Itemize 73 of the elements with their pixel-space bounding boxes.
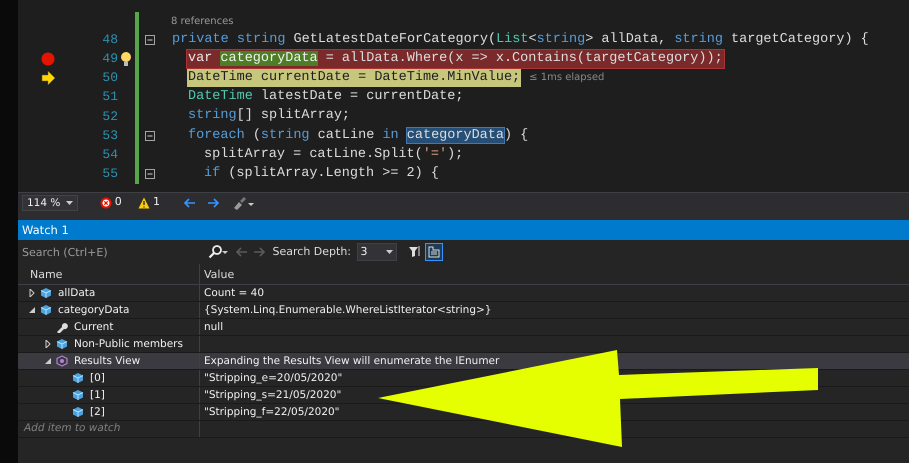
lightbulb-icon[interactable] xyxy=(120,50,132,67)
watch-row[interactable]: allData Count = 40 xyxy=(18,285,909,302)
watch-name: allData xyxy=(58,286,96,301)
search-icon[interactable] xyxy=(208,245,228,259)
watch-value: "Stripping_e=20/05/2020" xyxy=(204,372,342,384)
expanded-arrow-icon[interactable] xyxy=(28,306,36,314)
watch-row[interactable]: Current null xyxy=(18,319,909,336)
caret-icon xyxy=(386,250,392,254)
search-field[interactable]: Search (Ctrl+E) xyxy=(18,242,208,262)
column-header[interactable]: Value xyxy=(204,268,234,281)
line-number: 50 xyxy=(102,70,118,86)
watch-value: null xyxy=(204,321,224,333)
back-arrow-icon[interactable] xyxy=(182,196,196,210)
line-number: 53 xyxy=(102,128,118,143)
cube-icon xyxy=(56,338,68,350)
line-number: 52 xyxy=(102,108,118,124)
collapsed-arrow-icon[interactable] xyxy=(28,289,36,297)
results-icon xyxy=(56,355,68,367)
cube-icon xyxy=(40,304,52,316)
collapse-icon[interactable] xyxy=(145,130,155,141)
cube-icon xyxy=(72,406,84,418)
references-link[interactable]: 8 references xyxy=(171,14,234,28)
watch-name: Non-Public members xyxy=(74,337,183,352)
breakpoint-icon[interactable] xyxy=(41,52,55,66)
cube-icon xyxy=(72,372,84,384)
code-line: splitArray = catLine.Split('='); xyxy=(203,146,464,164)
warning-icon[interactable] xyxy=(138,196,150,208)
watch-name: [2] xyxy=(90,405,105,420)
error-count: 0 xyxy=(114,194,122,210)
cube-icon xyxy=(72,389,84,401)
panel-title: Watch 1 xyxy=(22,223,69,237)
depth-dropdown[interactable]: 3 xyxy=(356,243,396,261)
line-number: 49 xyxy=(102,51,118,66)
filter-icon[interactable] xyxy=(406,245,420,259)
zoom-dropdown[interactable]: 114 % xyxy=(22,194,78,210)
collapse-icon[interactable] xyxy=(145,168,155,179)
watch-name: [0] xyxy=(90,371,105,386)
watch-value: Count = 40 xyxy=(204,287,264,299)
collapsed-arrow-icon[interactable] xyxy=(44,340,52,348)
line-number: 55 xyxy=(102,166,118,182)
watch-row[interactable]: categoryData {System.Linq.Enumerable.WhereListIterator<string>} xyxy=(18,302,909,319)
forward-arrow-icon[interactable] xyxy=(207,196,221,210)
code-line: string[] splitArray; xyxy=(187,107,352,126)
expanded-arrow-icon[interactable] xyxy=(44,357,52,365)
line-number: 51 xyxy=(102,89,118,104)
add-watch-field[interactable]: Add item to watch xyxy=(24,421,120,437)
caret-icon xyxy=(66,200,73,204)
line-number: 54 xyxy=(102,146,118,162)
code-line: private string GetLatestDateForCategory(List<string> allData, string targetCategory) { xyxy=(171,30,870,49)
warning-count: 1 xyxy=(153,194,160,210)
search-depth-label: Search Depth: xyxy=(272,244,351,260)
code-line: DateTime latestDate = currentDate; xyxy=(187,88,464,106)
tab-view-icon[interactable] xyxy=(424,243,442,261)
line-number: 48 xyxy=(102,32,118,47)
watch-name: Results View xyxy=(74,354,140,369)
watch-value: "Stripping_s=21/05/2020" xyxy=(204,389,342,401)
watch-value: Expanding the Results View will enumerate the IEnumer xyxy=(204,355,500,367)
watch-row[interactable]: Non-Public members xyxy=(18,336,909,353)
collapse-icon[interactable] xyxy=(145,34,155,45)
error-icon[interactable] xyxy=(100,196,112,208)
watch-name: categoryData xyxy=(58,303,130,318)
elapsed-time-hint: ≤ 1ms elapsed xyxy=(529,71,604,86)
watch-name: Current xyxy=(74,320,114,335)
column-header[interactable]: Name xyxy=(30,268,62,281)
watch-name: [1] xyxy=(90,388,105,403)
watch-value: "Stripping_f=22/05/2020" xyxy=(204,406,340,418)
watch-value: {System.Linq.Enumerable.WhereListIterator<string>} xyxy=(204,304,492,316)
code-line: if (splitArray.Length >= 2) { xyxy=(203,164,440,183)
brush-icon[interactable] xyxy=(232,196,254,210)
cube-icon xyxy=(40,287,52,299)
wrench-icon xyxy=(56,321,68,333)
watch-row[interactable]: Results View Expanding the Results View will enumerate the IEnumer xyxy=(18,353,909,370)
code-line: foreach (string catLine in categoryData) { xyxy=(187,126,530,145)
